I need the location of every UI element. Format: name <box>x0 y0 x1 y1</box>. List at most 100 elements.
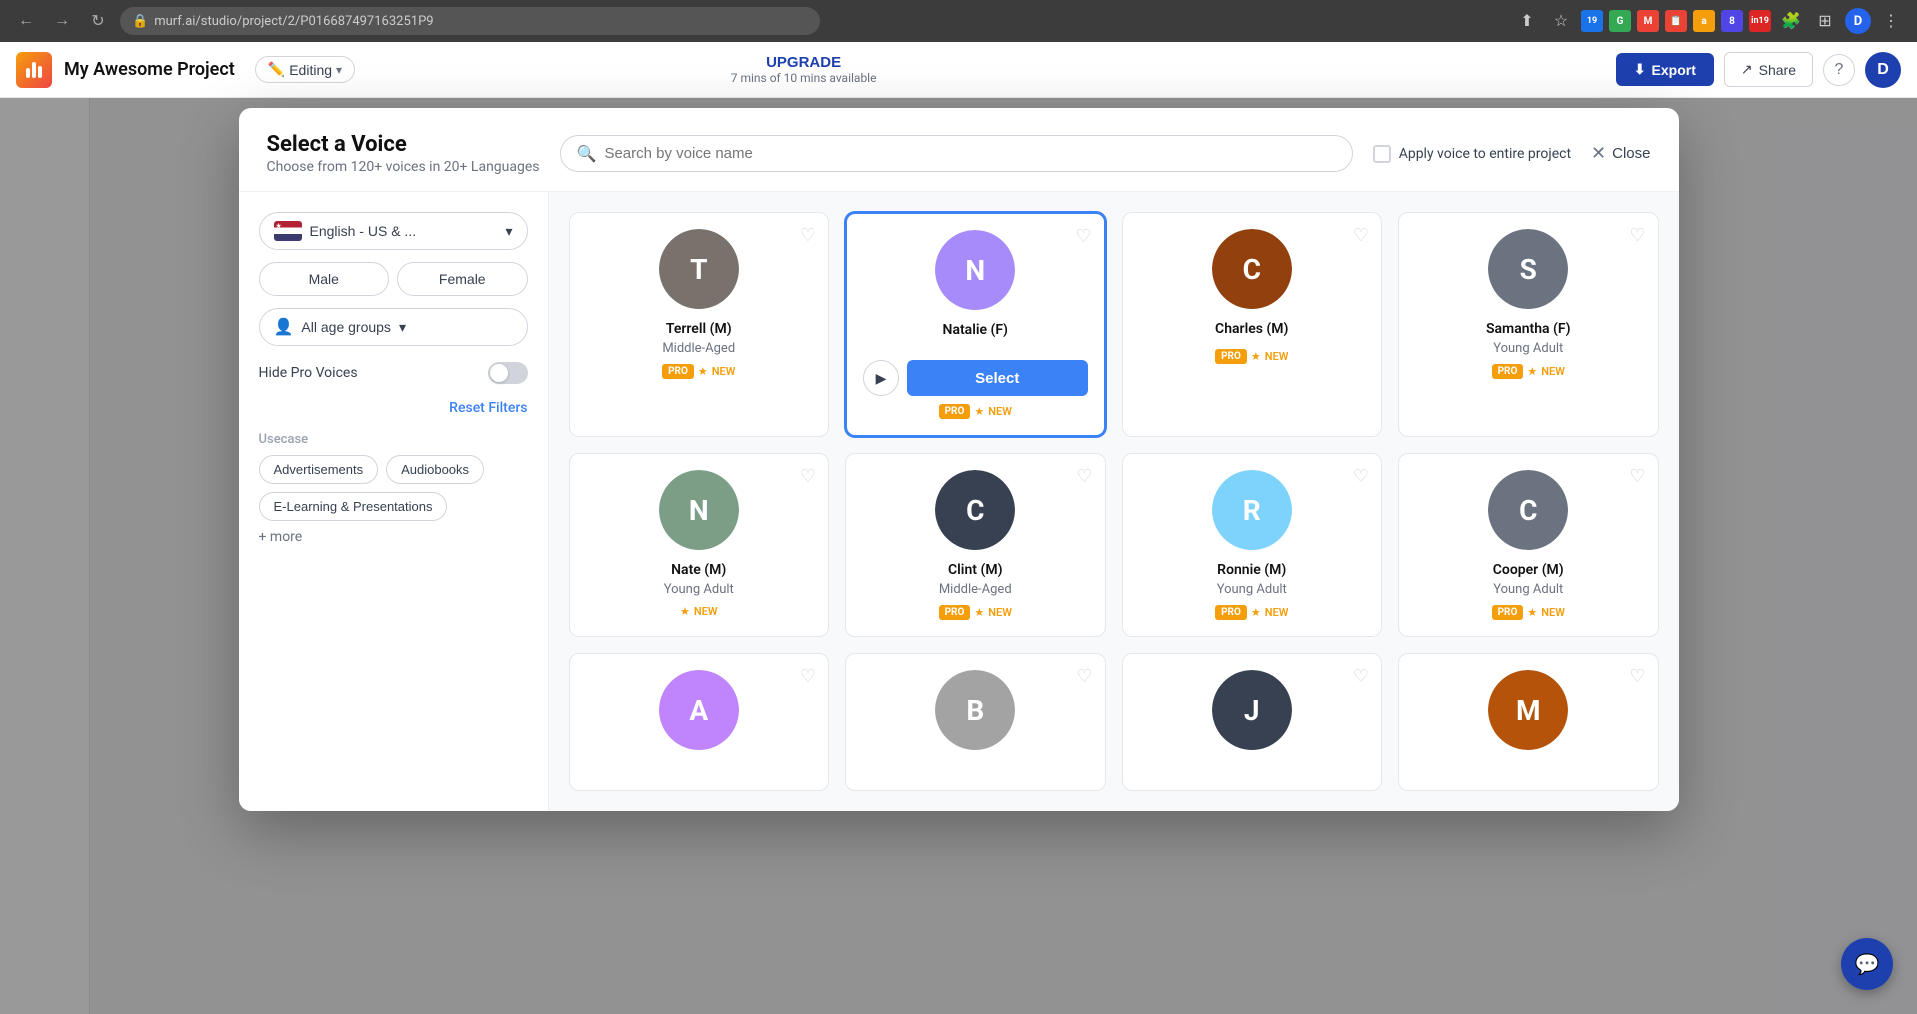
heart-charles[interactable]: ♡ <box>1353 225 1369 246</box>
search-input[interactable] <box>604 145 1335 162</box>
chrome-menu-icon[interactable]: ⋮ <box>1877 7 1905 35</box>
voice-card-clint[interactable]: ♡ C Clint (M) Middle-Aged PRO ★ NEW <box>845 453 1106 637</box>
voice-avatar-charles: C <box>1212 229 1292 309</box>
heart-cooper[interactable]: ♡ <box>1629 466 1645 487</box>
download-icon: ⬇ <box>1634 61 1646 78</box>
app-logo <box>16 52 52 88</box>
usecase-tag-audiobooks[interactable]: Audiobooks <box>386 455 484 484</box>
star-icon: ★ <box>698 365 708 378</box>
play-natalie-button[interactable]: ▶ <box>863 360 899 396</box>
extensions-icon[interactable]: 🧩 <box>1777 7 1805 35</box>
star-icon: ★ <box>1251 606 1261 619</box>
voice-card-natalie[interactable]: ♡ N Natalie (F) ▶ Select PRO ★ <box>845 212 1106 437</box>
ext-notification: 19 <box>1581 10 1603 32</box>
forward-button[interactable]: → <box>48 7 76 35</box>
close-button[interactable]: ✕ Close <box>1591 143 1650 164</box>
voice-card-nate[interactable]: ♡ N Nate (M) Young Adult ★ NEW <box>569 453 830 637</box>
search-icon: 🔍 <box>577 144 597 163</box>
user-avatar-button[interactable]: D <box>1865 52 1901 88</box>
star-icon: ★ <box>680 605 690 618</box>
voice-age-nate: Young Adult <box>664 582 734 597</box>
new-badge: NEW <box>694 605 718 618</box>
bookmark-icon[interactable]: ☆ <box>1547 7 1575 35</box>
voice-tags-samantha: PRO ★ NEW <box>1492 364 1565 379</box>
ext-red: 📋 <box>1665 10 1687 32</box>
voice-avatar-ronnie: R <box>1212 470 1292 550</box>
modal-search-container[interactable]: 🔍 <box>560 135 1353 172</box>
ext-insta: in19 <box>1749 10 1771 32</box>
ext-gmail: M <box>1637 10 1659 32</box>
voice-card-row3-2[interactable]: ♡ B <box>845 653 1106 791</box>
heart-row3-3[interactable]: ♡ <box>1353 666 1369 687</box>
help-button[interactable]: ? <box>1823 54 1855 86</box>
upgrade-button[interactable]: UPGRADE <box>766 54 841 71</box>
voice-tags-natalie: PRO ★ NEW <box>939 404 1012 419</box>
voice-name-cooper: Cooper (M) <box>1493 562 1564 578</box>
browser-user-avatar: D <box>1845 8 1871 34</box>
voice-card-samantha[interactable]: ♡ S Samantha (F) Young Adult PRO ★ NEW <box>1398 212 1659 437</box>
age-label: All age groups <box>301 319 391 335</box>
apply-voice-checkbox[interactable] <box>1373 145 1391 163</box>
sidebar-toggle-icon[interactable]: ⊞ <box>1811 7 1839 35</box>
header-actions: ⬇ Export ↗ Share ? D <box>1616 52 1901 88</box>
mins-available: 7 mins of 10 mins available <box>731 71 877 85</box>
voice-grid-area: ♡ T Terrell (M) Middle-Aged PRO ★ NEW <box>549 192 1679 811</box>
url-text: murf.ai/studio/project/2/P01668749716325… <box>154 14 433 29</box>
usecase-tag-advertisements[interactable]: Advertisements <box>259 455 379 484</box>
voice-card-row3-1[interactable]: ♡ A <box>569 653 830 791</box>
heart-natalie[interactable]: ♡ <box>1075 226 1091 247</box>
heart-row3-4[interactable]: ♡ <box>1629 666 1645 687</box>
heart-ronnie[interactable]: ♡ <box>1353 466 1369 487</box>
voice-card-row3-4[interactable]: ♡ M <box>1398 653 1659 791</box>
heart-row3-2[interactable]: ♡ <box>1076 666 1092 687</box>
more-usecase-link[interactable]: + more <box>259 529 528 545</box>
voice-card-row3-3[interactable]: ♡ J <box>1122 653 1383 791</box>
voice-card-ronnie[interactable]: ♡ R Ronnie (M) Young Adult PRO ★ NEW <box>1122 453 1383 637</box>
pro-badge: PRO <box>939 605 971 620</box>
star-icon: ★ <box>1527 606 1537 619</box>
share-page-icon[interactable]: ⬆ <box>1513 7 1541 35</box>
editing-badge[interactable]: ✏️ Editing ▾ <box>255 56 355 83</box>
voice-name-samantha: Samantha (F) <box>1486 321 1571 337</box>
select-natalie-button[interactable]: Select <box>907 360 1088 396</box>
voice-avatar-nate: N <box>659 470 739 550</box>
voice-avatar-natalie: N <box>935 230 1015 310</box>
language-dropdown[interactable]: English - US & ... ▾ <box>259 212 528 250</box>
heart-samantha[interactable]: ♡ <box>1629 225 1645 246</box>
export-button[interactable]: ⬇ Export <box>1616 53 1714 86</box>
voice-age-terrell: Middle-Aged <box>662 341 735 356</box>
select-voice-modal: Select a Voice Choose from 120+ voices i… <box>239 108 1679 811</box>
url-bar[interactable]: 🔒 murf.ai/studio/project/2/P016687497163… <box>120 7 820 35</box>
pro-badge: PRO <box>1215 605 1247 620</box>
hide-pro-row: Hide Pro Voices <box>259 362 528 384</box>
voice-card-cooper[interactable]: ♡ C Cooper (M) Young Adult PRO ★ NEW <box>1398 453 1659 637</box>
pro-badge: PRO <box>662 364 694 379</box>
hide-pro-label: Hide Pro Voices <box>259 365 358 381</box>
usecase-tag-elearning[interactable]: E-Learning & Presentations <box>259 492 448 521</box>
age-dropdown[interactable]: 👤 All age groups ▾ <box>259 308 528 346</box>
voice-name-charles: Charles (M) <box>1215 321 1288 337</box>
language-chevron-icon: ▾ <box>505 223 512 240</box>
voice-age-clint: Middle-Aged <box>939 582 1012 597</box>
pro-badge: PRO <box>1215 349 1247 364</box>
hide-pro-toggle[interactable] <box>488 362 528 384</box>
heart-terrell[interactable]: ♡ <box>800 225 816 246</box>
female-filter-button[interactable]: Female <box>397 262 528 296</box>
heart-row3-1[interactable]: ♡ <box>800 666 816 687</box>
male-filter-button[interactable]: Male <box>259 262 390 296</box>
reload-button[interactable]: ↻ <box>84 7 112 35</box>
voice-card-terrell[interactable]: ♡ T Terrell (M) Middle-Aged PRO ★ NEW <box>569 212 830 437</box>
pro-badge: PRO <box>1492 605 1524 620</box>
reset-filters-link[interactable]: Reset Filters <box>259 400 528 416</box>
lock-icon: 🔒 <box>132 14 148 29</box>
heart-clint[interactable]: ♡ <box>1076 466 1092 487</box>
back-button[interactable]: ← <box>12 7 40 35</box>
voice-card-charles[interactable]: ♡ C Charles (M) PRO ★ NEW <box>1122 212 1383 437</box>
voice-age-samantha: Young Adult <box>1493 341 1563 356</box>
apply-voice-label: Apply voice to entire project <box>1399 146 1571 162</box>
share-button[interactable]: ↗ Share <box>1724 52 1813 87</box>
heart-nate[interactable]: ♡ <box>800 466 816 487</box>
chat-button[interactable]: 💬 <box>1841 938 1893 990</box>
new-badge: NEW <box>1541 365 1565 378</box>
upgrade-section: UPGRADE 7 mins of 10 mins available <box>731 54 877 85</box>
